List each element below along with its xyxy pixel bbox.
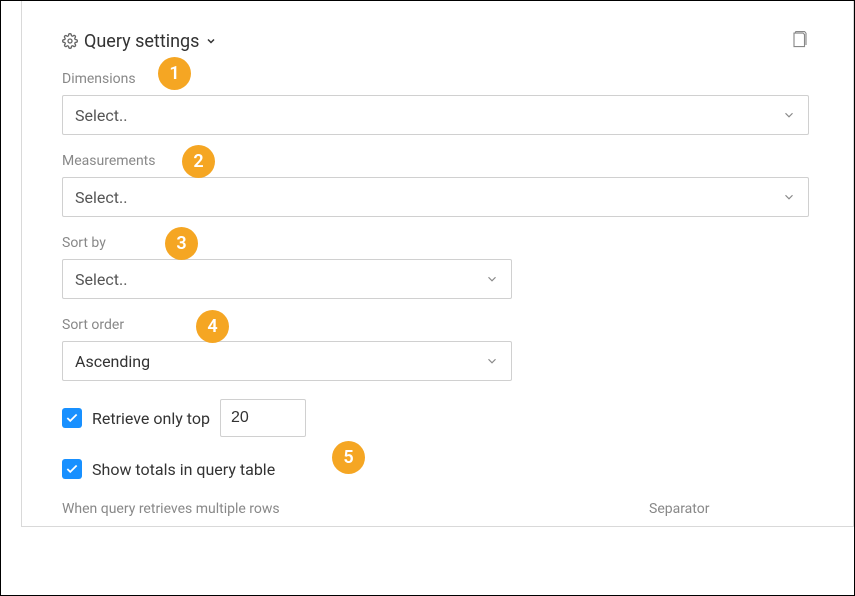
chevron-down-icon [782,108,796,122]
check-icon [65,462,79,476]
sortorder-value: Ascending [75,352,150,371]
sortby-placeholder: Select.. [75,270,127,289]
chevron-down-icon [485,354,499,368]
sortorder-select[interactable]: Ascending [62,341,512,381]
annotation-badge-3: 3 [165,227,198,260]
chevron-down-icon [782,190,796,204]
measurements-select[interactable]: Select.. [62,177,809,217]
chevron-down-icon [485,272,499,286]
retrieve-top-input[interactable] [220,399,306,437]
measurements-placeholder: Select.. [75,188,127,207]
annotation-badge-4: 4 [196,310,229,343]
retrieve-top-checkbox[interactable] [62,408,82,428]
check-icon [65,411,79,425]
show-totals-checkbox[interactable] [62,459,82,479]
dimensions-select[interactable]: Select.. [62,95,809,135]
header-title-text: Query settings [84,31,199,52]
separator-label: Separator [649,501,809,517]
document-icon-button[interactable] [791,29,809,53]
dimensions-placeholder: Select.. [75,106,127,125]
retrieve-top-label: Retrieve only top [92,409,210,428]
query-settings-header[interactable]: Query settings [62,31,217,52]
annotation-badge-1: 1 [158,57,191,90]
measurements-label: Measurements [62,153,809,169]
gear-icon [62,33,78,49]
show-totals-label: Show totals in query table [92,460,275,479]
multiple-rows-label: When query retrieves multiple rows [62,501,627,517]
annotation-badge-2: 2 [182,145,215,178]
sortby-select[interactable]: Select.. [62,259,512,299]
sortorder-label: Sort order [62,317,809,333]
document-icon [791,29,809,49]
annotation-badge-5: 5 [332,441,365,474]
chevron-down-icon [205,35,217,47]
